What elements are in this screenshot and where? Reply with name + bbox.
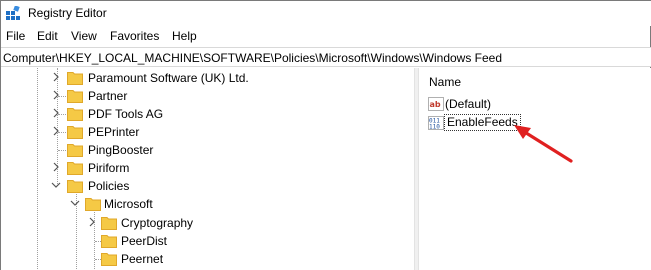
chevron-right-icon[interactable] [87, 216, 97, 228]
chevron-down-icon[interactable] [70, 197, 80, 209]
registry-editor-icon [6, 6, 20, 20]
address-path[interactable]: Computer\HKEY_LOCAL_MACHINE\SOFTWARE\Pol… [3, 51, 502, 65]
menu-bar: File Edit View Favorites Help [1, 26, 651, 46]
chevron-right-icon[interactable] [51, 161, 61, 173]
tree-item-label: Peernet [121, 252, 164, 266]
tree-item-label: Cryptography [121, 216, 194, 230]
chevron-down-icon[interactable] [51, 179, 61, 191]
registry-editor-window: Registry Editor File Edit View Favorites… [0, 0, 651, 270]
tree-item-peernet[interactable]: Peernet [1, 250, 399, 268]
tree-scrollbar-track[interactable] [399, 68, 414, 270]
window-title: Registry Editor [28, 6, 107, 20]
menu-edit[interactable]: Edit [37, 29, 58, 43]
folder-icon [67, 72, 83, 85]
tree-item-label: Piriform [88, 161, 130, 175]
address-bar[interactable]: Computer\HKEY_LOCAL_MACHINE\SOFTWARE\Pol… [1, 47, 651, 67]
tree-item-policies[interactable]: Policies [1, 177, 399, 195]
string-value-icon: ab [428, 97, 444, 111]
tree-item-paramount[interactable]: Paramount Software (UK) Ltd. [1, 69, 399, 87]
svg-text:110: 110 [429, 124, 440, 131]
menu-file[interactable]: File [6, 29, 25, 43]
tree-item-partner[interactable]: Partner [1, 87, 399, 105]
folder-icon [101, 235, 117, 248]
chevron-right-icon[interactable] [51, 89, 61, 101]
svg-text:ab: ab [430, 100, 441, 109]
folder-icon [101, 217, 117, 230]
folder-icon [67, 90, 83, 103]
folder-open-icon [85, 198, 101, 211]
column-header-name[interactable]: Name [429, 75, 461, 89]
folder-open-icon [67, 180, 83, 193]
tree-item-label: Paramount Software (UK) Ltd. [88, 71, 249, 85]
tree-item-microsoft[interactable]: Microsoft [1, 195, 399, 213]
chevron-right-icon[interactable] [51, 71, 61, 83]
tree-item-peprinter[interactable]: PEPrinter [1, 123, 399, 141]
tree-item-label: PeerDist [121, 234, 168, 248]
chevron-right-icon[interactable] [51, 125, 61, 137]
tree-item-label: PingBooster [88, 143, 154, 157]
folder-icon [67, 162, 83, 175]
tree-item-label: Microsoft [104, 197, 153, 211]
value-name: (Default) [445, 97, 492, 111]
folder-icon [67, 126, 83, 139]
menu-help[interactable]: Help [172, 29, 197, 43]
menu-favorites[interactable]: Favorites [110, 29, 159, 43]
key-tree-pane[interactable]: Paramount Software (UK) Ltd. Partner PDF… [1, 68, 414, 270]
tree-item-pdf-tools-ag[interactable]: PDF Tools AG [1, 105, 399, 123]
folder-icon [67, 144, 83, 157]
tree-item-piriform[interactable]: Piriform [1, 159, 399, 177]
dword-value-icon: 011 110 [428, 116, 444, 131]
tree-item-label: PDF Tools AG [88, 107, 164, 121]
tree-item-pingbooster[interactable]: PingBooster [1, 141, 399, 159]
folder-icon [101, 253, 117, 266]
title-bar: Registry Editor [1, 1, 651, 26]
menu-view[interactable]: View [71, 29, 97, 43]
tree-item-label: PEPrinter [88, 125, 140, 139]
folder-icon [67, 108, 83, 121]
tree-item-label: Policies [88, 179, 130, 193]
value-row-default[interactable]: ab (Default) [428, 95, 548, 113]
annotation-arrow-icon [514, 125, 573, 163]
tree-item-label: Partner [88, 89, 128, 103]
chevron-right-icon[interactable] [51, 107, 61, 119]
tree-item-cryptography[interactable]: Cryptography [1, 214, 399, 232]
tree-item-peerdist[interactable]: PeerDist [1, 232, 399, 250]
